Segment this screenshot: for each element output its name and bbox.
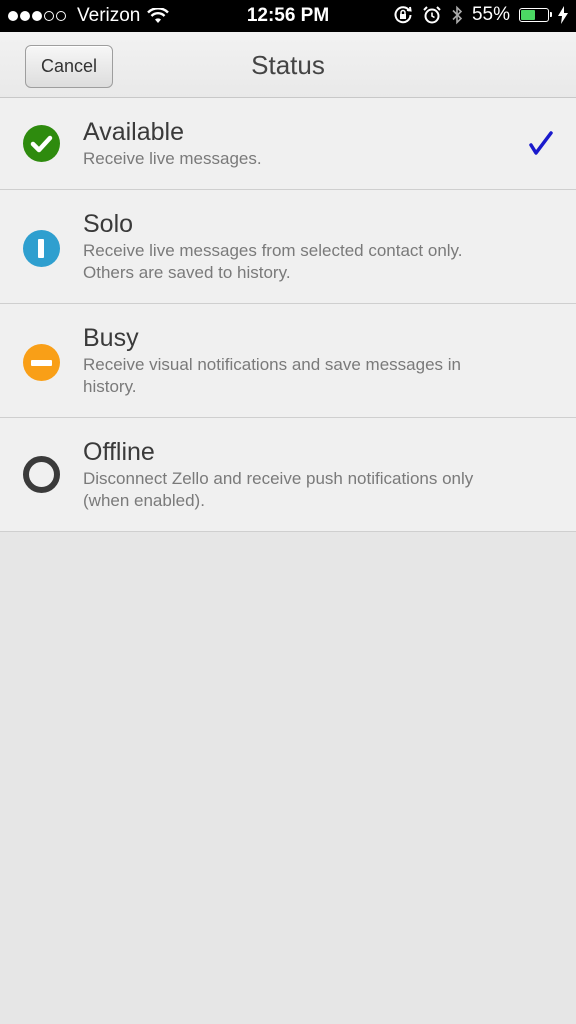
offline-icon [23,456,60,493]
status-title: Solo [83,210,134,238]
battery-percentage: 55% [471,4,510,25]
app-screen: Verizon 12:56 PM 55% Cancel Status Avail… [0,0,576,1024]
status-bar: Verizon 12:56 PM 55% [0,0,576,32]
status-option-offline[interactable]: Offline Disconnect Zello and receive pus… [0,418,576,532]
status-description: Receive live messages. [83,149,262,168]
status-option-busy[interactable]: Busy Receive visual notifications and sa… [0,304,576,418]
status-bar-right: 55% [393,4,568,26]
status-description: Disconnect Zello and receive push notifi… [83,469,474,510]
solo-bar [38,239,44,258]
status-list: Available Receive live messages. Solo Re… [0,98,576,532]
solo-icon [23,230,60,267]
alarm-icon [423,6,441,24]
status-description: Receive live messages from selected cont… [83,241,463,282]
status-title: Busy [83,324,139,352]
busy-icon [23,344,60,381]
charging-bolt-icon [558,6,568,24]
busy-bar [31,360,52,366]
navigation-bar: Cancel Status [0,32,576,98]
battery-icon [519,8,552,22]
check-circle-icon [23,125,60,162]
selected-checkmark-icon [529,131,553,155]
status-option-solo[interactable]: Solo Receive live messages from selected… [0,190,576,304]
bluetooth-icon [452,5,463,25]
battery-fill [521,10,535,20]
status-title: Offline [83,438,155,466]
status-option-available[interactable]: Available Receive live messages. [0,98,576,190]
status-description: Receive visual notifications and save me… [83,355,461,396]
rotation-lock-icon [394,6,412,24]
page-title: Status [251,50,325,80]
status-title: Available [83,118,185,146]
